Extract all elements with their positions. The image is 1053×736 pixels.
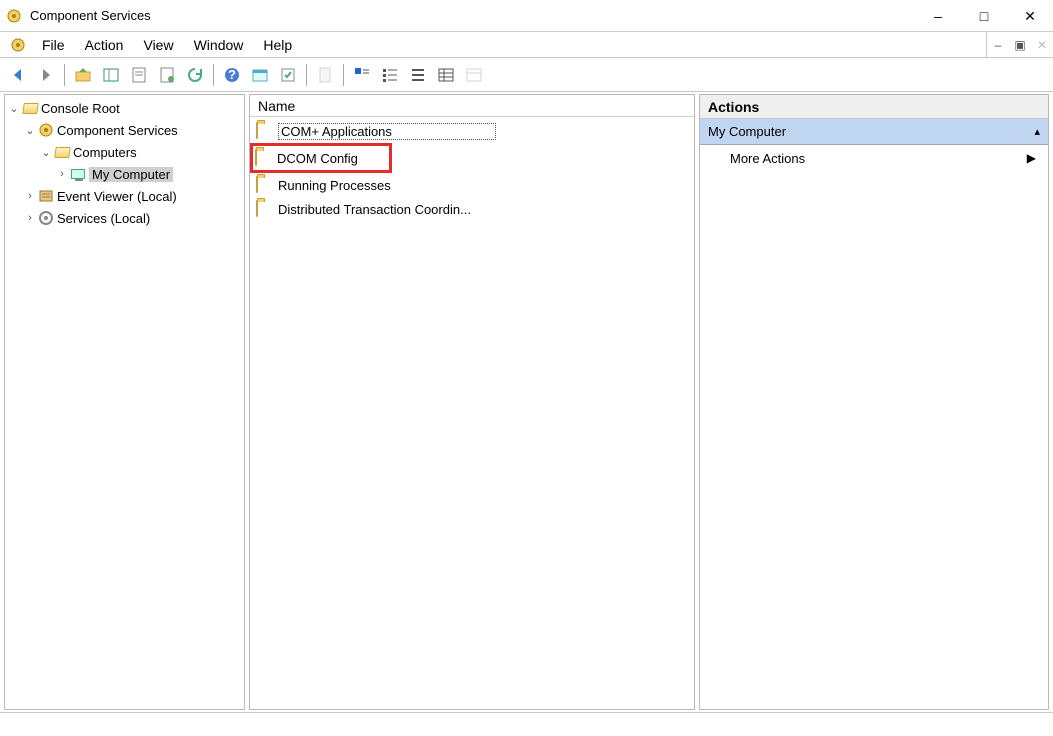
submenu-icon: ▶: [1027, 151, 1036, 165]
show-hide-tree-button[interactable]: [99, 63, 123, 87]
folder-icon: [255, 150, 273, 166]
actions-link-label: More Actions: [730, 151, 805, 166]
status-bar: [0, 712, 1053, 736]
mdi-controls: – ▣ ✕: [986, 32, 1053, 57]
up-button[interactable]: [71, 63, 95, 87]
tree-panel: ⌄ Console Root ⌄ Component Services ⌄ Co…: [4, 94, 245, 710]
services-icon: [37, 209, 55, 227]
view-details-button[interactable]: [434, 63, 458, 87]
toggle-button-2[interactable]: [313, 63, 337, 87]
tree-label: Services (Local): [57, 211, 150, 226]
toggle-button-1[interactable]: [276, 63, 300, 87]
menu-window[interactable]: Window: [184, 34, 254, 56]
view-extra-button[interactable]: [462, 63, 486, 87]
tree-label: Component Services: [57, 123, 178, 138]
list-item-label: COM+ Applications: [278, 123, 496, 140]
main-area: ⌄ Console Root ⌄ Component Services ⌄ Co…: [0, 92, 1053, 712]
help-button[interactable]: ?: [220, 63, 244, 87]
list-item-label: Running Processes: [278, 178, 391, 193]
view-list-button[interactable]: [406, 63, 430, 87]
folder-icon: [256, 201, 274, 217]
folder-open-icon: [21, 99, 39, 117]
view-small-icons-button[interactable]: [378, 63, 402, 87]
mdi-minimize-button[interactable]: –: [988, 36, 1008, 54]
list-column-name[interactable]: Name: [250, 95, 694, 117]
tree-label: Computers: [73, 145, 137, 160]
event-viewer-icon: [37, 187, 55, 205]
list-item-com-applications[interactable]: COM+ Applications: [256, 119, 496, 143]
menu-view[interactable]: View: [133, 34, 183, 56]
tree-component-services[interactable]: ⌄ Component Services: [5, 119, 244, 141]
export-list-button[interactable]: [155, 63, 179, 87]
window-title: Component Services: [30, 8, 915, 23]
new-window-button[interactable]: [248, 63, 272, 87]
app-icon: [6, 8, 22, 24]
collapse-icon: ▴: [1034, 125, 1040, 138]
menu-file[interactable]: File: [32, 34, 75, 56]
folder-open-icon: [53, 143, 71, 161]
tree-label: Event Viewer (Local): [57, 189, 177, 204]
tree-event-viewer[interactable]: › Event Viewer (Local): [5, 185, 244, 207]
expand-icon[interactable]: ⌄: [39, 146, 53, 159]
refresh-button[interactable]: [183, 63, 207, 87]
tree-services[interactable]: › Services (Local): [5, 207, 244, 229]
expand-icon[interactable]: ›: [55, 168, 69, 180]
tree-label: Console Root: [41, 101, 120, 116]
list-item-label: DCOM Config: [277, 151, 358, 166]
minimize-button[interactable]: –: [915, 0, 961, 32]
toolbar: ?: [0, 58, 1053, 92]
gear-icon: [37, 121, 55, 139]
svg-text:?: ?: [228, 67, 236, 82]
tree-computers[interactable]: ⌄ Computers: [5, 141, 244, 163]
nav-back-button[interactable]: [6, 63, 30, 87]
nav-forward-button[interactable]: [34, 63, 58, 87]
list-item-dtc[interactable]: Distributed Transaction Coordin...: [256, 197, 688, 221]
title-bar: Component Services – □ ✕: [0, 0, 1053, 32]
view-large-icons-button[interactable]: [350, 63, 374, 87]
tree-console-root[interactable]: ⌄ Console Root: [5, 97, 244, 119]
mdi-restore-button[interactable]: ▣: [1010, 36, 1030, 54]
expand-icon[interactable]: ›: [23, 190, 37, 202]
computer-icon: [69, 165, 87, 183]
expand-icon[interactable]: ⌄: [23, 124, 37, 137]
list-item-running-processes[interactable]: Running Processes: [256, 173, 688, 197]
actions-section-label: My Computer: [708, 124, 786, 139]
folder-icon: [256, 123, 274, 139]
tree-my-computer[interactable]: › My Computer: [5, 163, 244, 185]
list-item-dcom-config[interactable]: DCOM Config: [250, 143, 392, 173]
menu-action[interactable]: Action: [75, 34, 134, 56]
actions-panel: Actions My Computer ▴ More Actions ▶: [699, 94, 1049, 710]
properties-sheet-button[interactable]: [127, 63, 151, 87]
actions-title: Actions: [700, 95, 1048, 119]
list-panel: Name COM+ Applications DCOM Config Runni…: [249, 94, 695, 710]
folder-icon: [256, 177, 274, 193]
close-button[interactable]: ✕: [1007, 0, 1053, 32]
list-item-label: Distributed Transaction Coordin...: [278, 202, 471, 217]
mdi-close-button[interactable]: ✕: [1032, 36, 1052, 54]
expand-icon[interactable]: ›: [23, 212, 37, 224]
expand-icon[interactable]: ⌄: [7, 102, 21, 115]
actions-section-header[interactable]: My Computer ▴: [700, 119, 1048, 145]
mmc-icon: [10, 37, 26, 53]
menu-help[interactable]: Help: [253, 34, 302, 56]
maximize-button[interactable]: □: [961, 0, 1007, 32]
tree-label: My Computer: [89, 167, 173, 182]
menu-bar: File Action View Window Help – ▣ ✕: [0, 32, 1053, 58]
actions-more-actions[interactable]: More Actions ▶: [700, 145, 1048, 171]
